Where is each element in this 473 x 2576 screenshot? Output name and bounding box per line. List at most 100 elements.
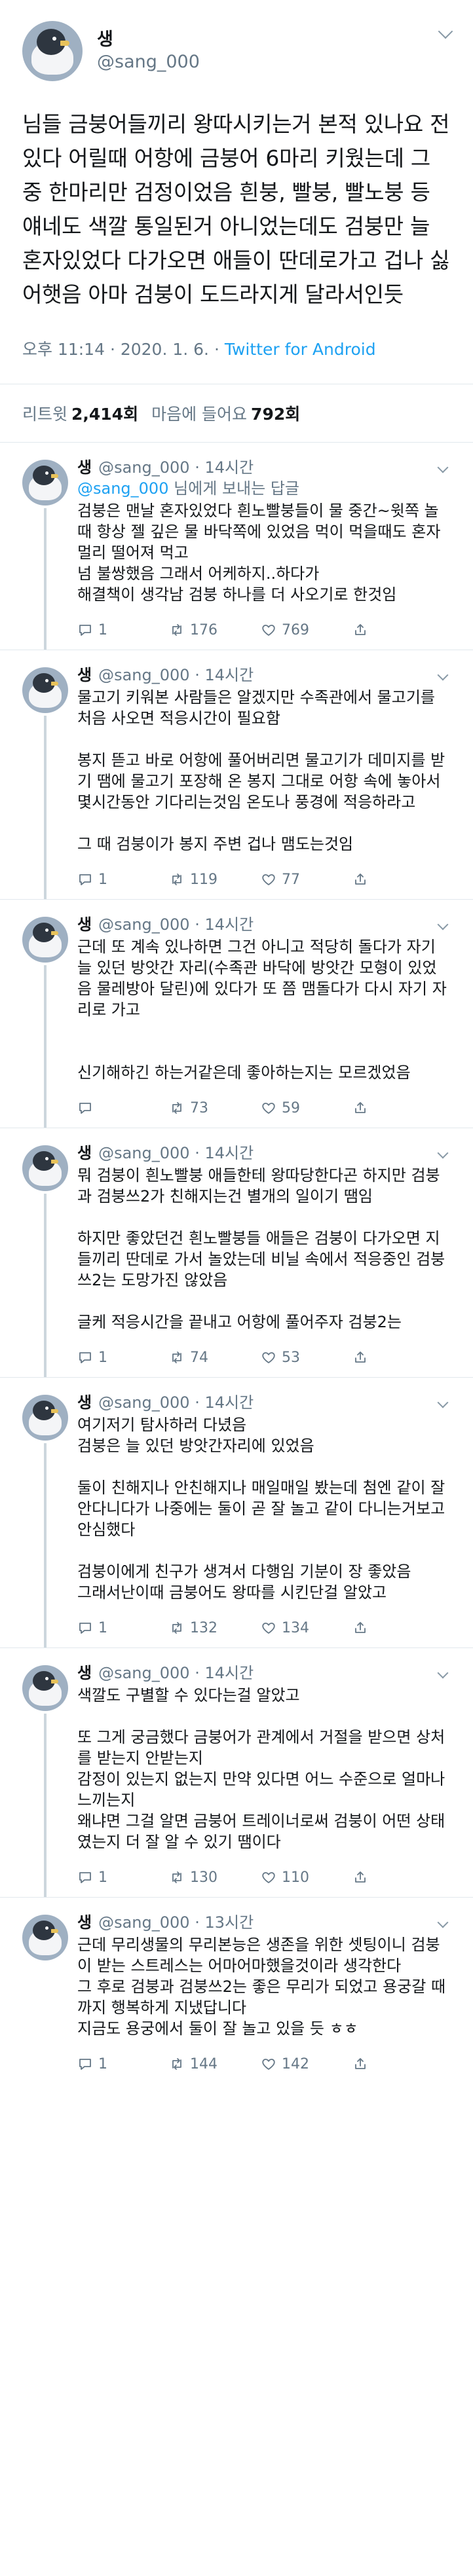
tweet-actions: 1 132 134	[77, 1608, 451, 1647]
tweet-actions: 1 119 77	[77, 860, 451, 899]
retweet-button[interactable]: 74	[169, 1350, 261, 1366]
avatar[interactable]	[22, 21, 83, 81]
reply-button[interactable]: 1	[77, 2056, 169, 2072]
replying-mention[interactable]: @sang_000	[77, 479, 168, 498]
tweet-actions: 1 176 769	[77, 610, 451, 650]
like-button[interactable]: 77	[261, 872, 352, 888]
retweets-label: 리트윗	[22, 405, 68, 424]
share-icon	[355, 1102, 366, 1113]
display-name[interactable]: 생	[77, 914, 92, 935]
reply-count: 1	[98, 1869, 107, 1886]
heart-icon	[262, 1623, 275, 1634]
avatar[interactable]	[22, 1395, 68, 1441]
heart-icon	[262, 2059, 275, 2070]
reply-tweet[interactable]: 생 @sang_000 · 14시간 물고기 키워본 사람들은 알겠지만 수족관…	[0, 650, 473, 899]
reply-header: 생 @sang_000 · 14시간	[77, 1143, 451, 1164]
retweet-button[interactable]: 130	[169, 1869, 261, 1886]
reply-tweet[interactable]: 생 @sang_000 · 14시간 색깔도 구별할 수 있다는걸 알았고 또 …	[0, 1647, 473, 1897]
tweet-text: 님들 금붕어들끼리 왕따시키는거 본적 있나요 전 있다 어릴때 어항에 금붕어…	[22, 111, 457, 307]
share-button[interactable]	[352, 872, 444, 887]
retweet-icon	[172, 1352, 181, 1363]
retweets-count[interactable]: 2,414회	[71, 401, 138, 425]
share-icon	[355, 874, 366, 885]
reply-tweet[interactable]: 생 @sang_000 · 14시간 여기저기 탐사하러 다녔음 검붕은 늘 있…	[0, 1377, 473, 1647]
reply-count: 1	[98, 621, 107, 638]
thread-line	[44, 716, 47, 899]
chevron-down-icon[interactable]	[437, 462, 449, 473]
likes-count[interactable]: 792회	[251, 401, 300, 425]
like-count: 77	[282, 871, 300, 888]
reply-button[interactable]: 1	[77, 622, 169, 638]
retweet-count: 132	[190, 1619, 218, 1636]
reply-tweet[interactable]: 생 @sang_000 · 14시간 근데 또 계속 있나하면 그건 아니고 적…	[0, 899, 473, 1128]
source-link[interactable]: Twitter for Android	[225, 340, 376, 359]
reply-header: 생 @sang_000 · 14시간	[77, 457, 451, 478]
share-button[interactable]	[352, 1620, 444, 1636]
share-icon	[355, 624, 366, 635]
reply-tweet[interactable]: 생 @sang_000 · 13시간 근데 무리생물의 무리본능은 생존을 위한…	[0, 1897, 473, 2084]
reply-header: 생 @sang_000 · 14시간	[77, 914, 451, 935]
like-button[interactable]: 53	[261, 1350, 352, 1366]
main-tweet: 생 @sang_000 님들 금붕어들끼리 왕따시키는거 본적 있나요 전 있다…	[0, 0, 473, 360]
retweet-button[interactable]: 119	[169, 872, 261, 888]
avatar[interactable]	[22, 460, 68, 506]
display-name[interactable]: 생	[77, 1912, 92, 1933]
heart-icon	[262, 625, 275, 636]
retweet-button[interactable]: 144	[169, 2056, 261, 2072]
avatar[interactable]	[22, 667, 68, 713]
reply-button[interactable]: 1	[77, 872, 169, 888]
tweet-actions: 1 74 53	[77, 1338, 451, 1377]
share-button[interactable]	[352, 1869, 444, 1885]
reply-tweet[interactable]: 생 @sang_000 · 14시간 뭐 검붕이 흰노빨붕 애들한테 왕따당한다…	[0, 1128, 473, 1377]
like-button[interactable]: 59	[261, 1100, 352, 1116]
retweet-icon	[172, 1622, 181, 1634]
avatar[interactable]	[22, 1665, 68, 1711]
retweet-icon	[172, 2058, 181, 2070]
reply-tweet[interactable]: 생 @sang_000 · 14시간 @sang_000 님에게 보내는 답글 …	[0, 442, 473, 650]
chevron-down-icon[interactable]	[437, 1667, 449, 1679]
chevron-down-icon[interactable]	[437, 669, 449, 681]
retweet-button[interactable]: 176	[169, 622, 261, 638]
reply-button[interactable]: 1	[77, 1350, 169, 1366]
avatar[interactable]	[22, 1915, 68, 1960]
display-name[interactable]: 생	[77, 665, 92, 686]
author-names: 생 @sang_000	[97, 29, 200, 73]
tweet-stats: 리트윗 2,414회 마음에 들어요 792회	[0, 384, 473, 442]
like-button[interactable]: 134	[261, 1620, 352, 1636]
like-count: 769	[282, 621, 309, 638]
like-button[interactable]: 769	[261, 622, 352, 638]
display-name[interactable]: 생	[77, 1392, 92, 1413]
chevron-down-icon[interactable]	[437, 1917, 449, 1928]
display-name[interactable]: 생	[77, 457, 92, 478]
reply-icon	[79, 874, 91, 885]
retweet-icon	[172, 874, 181, 885]
avatar[interactable]	[22, 1145, 68, 1191]
chevron-down-icon[interactable]	[437, 1147, 449, 1159]
reply-button[interactable]	[77, 1100, 169, 1116]
reply-count: 1	[98, 1349, 107, 1366]
tweet-actions: 73 59	[77, 1088, 451, 1128]
share-button[interactable]	[352, 1100, 444, 1116]
like-button[interactable]: 110	[261, 1869, 352, 1886]
reply-button[interactable]: 1	[77, 1620, 169, 1636]
replying-to: @sang_000 님에게 보내는 답글	[77, 478, 451, 499]
chevron-down-icon[interactable]	[437, 1397, 449, 1408]
like-button[interactable]: 142	[261, 2056, 352, 2072]
reply-button[interactable]: 1	[77, 1869, 169, 1886]
handle[interactable]: @sang_000	[97, 51, 200, 73]
share-button[interactable]	[352, 1350, 444, 1365]
display-name[interactable]: 생	[77, 1663, 92, 1684]
replying-suffix: 님에게 보내는 답글	[168, 479, 299, 498]
tweet-thread-page: 생 @sang_000 님들 금붕어들끼리 왕따시키는거 본적 있나요 전 있다…	[0, 0, 473, 2084]
share-button[interactable]	[352, 622, 444, 638]
display-name[interactable]: 생	[77, 1143, 92, 1164]
retweet-button[interactable]: 73	[169, 1100, 261, 1116]
reply-text: 색깔도 구별할 수 있다는걸 알았고 또 그게 궁금했다 금붕어가 관계에서 거…	[77, 1686, 445, 1851]
retweet-icon	[172, 1871, 181, 1883]
chevron-down-icon[interactable]	[437, 919, 449, 930]
retweet-count: 130	[190, 1869, 218, 1886]
display-name[interactable]: 생	[97, 29, 200, 51]
retweet-button[interactable]: 132	[169, 1620, 261, 1636]
share-button[interactable]	[352, 2056, 444, 2072]
avatar[interactable]	[22, 917, 68, 963]
